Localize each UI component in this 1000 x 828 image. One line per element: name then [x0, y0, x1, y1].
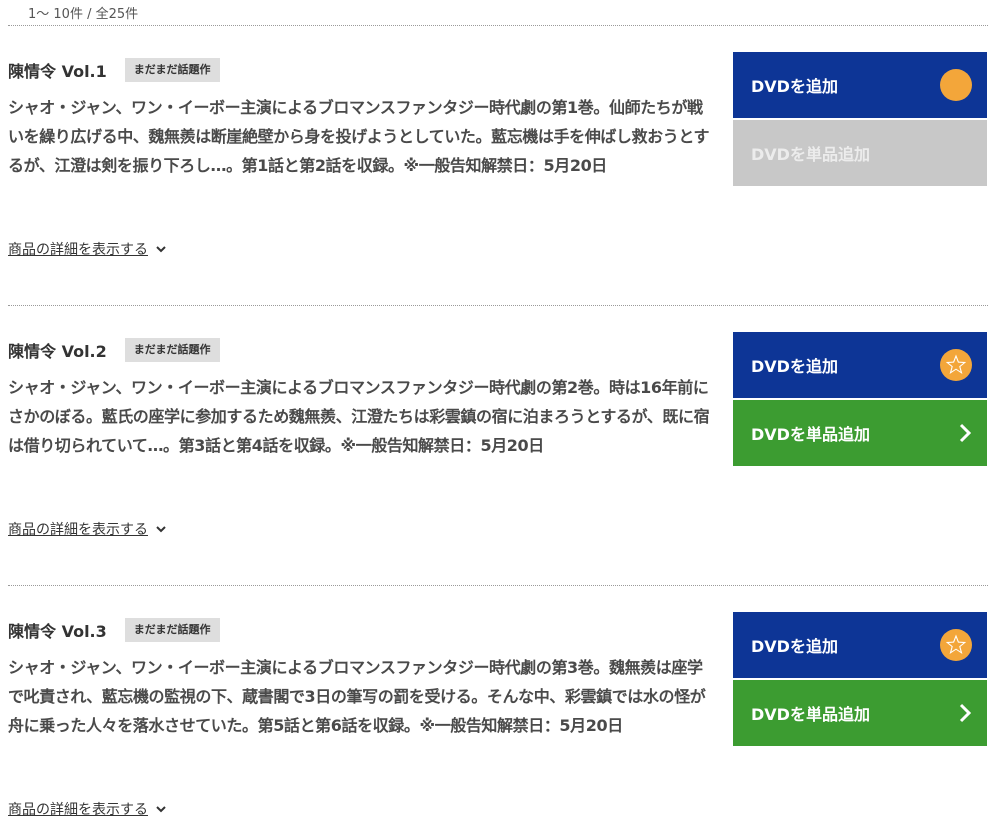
show-details-link[interactable]: 商品の詳細を表示する: [8, 239, 166, 259]
result-count: 1〜 10件 / 全25件: [28, 7, 139, 22]
add-single-dvd-label: DVDを単品追加: [751, 425, 870, 444]
add-single-dvd-button[interactable]: DVDを単品追加: [733, 680, 987, 746]
chevron-down-icon: [156, 526, 166, 533]
item-title-row: 陳情令 Vol.3 まだまだ話題作: [8, 616, 220, 644]
chevron-right-icon: [959, 423, 971, 443]
add-single-dvd-label: DVDを単品追加: [751, 145, 870, 164]
show-details-label[interactable]: 商品の詳細を表示する: [8, 799, 148, 819]
item-description: シャオ・ジャン、ワン・イーボー主演によるブロマンスファンタジー時代劇の第1巻。仙…: [8, 98, 710, 175]
add-single-dvd-label: DVDを単品追加: [751, 705, 870, 724]
list-item: 陳情令 Vol.1 まだまだ話題作 シャオ・ジャン、ワン・イーボー主演によるブロ…: [0, 26, 1000, 306]
result-count-bar: 1〜 10件 / 全25件: [8, 0, 988, 26]
chevron-down-icon: [156, 246, 166, 253]
item-title-row: 陳情令 Vol.1 まだまだ話題作: [8, 56, 220, 84]
add-dvd-label: DVDを追加: [751, 637, 838, 656]
item-title: 陳情令 Vol.1: [8, 62, 107, 81]
add-dvd-label: DVDを追加: [751, 357, 838, 376]
show-details-label[interactable]: 商品の詳細を表示する: [8, 239, 148, 259]
item-title-row: 陳情令 Vol.2 まだまだ話題作: [8, 336, 220, 364]
status-badge: まだまだ話題作: [124, 58, 220, 82]
add-single-dvd-button[interactable]: DVDを単品追加: [733, 120, 987, 186]
orange-circle-icon: [940, 69, 972, 101]
item-description: シャオ・ジャン、ワン・イーボー主演によるブロマンスファンタジー時代劇の第3巻。魏…: [8, 658, 706, 735]
add-single-dvd-button[interactable]: DVDを単品追加: [733, 400, 987, 466]
item-description: シャオ・ジャン、ワン・イーボー主演によるブロマンスファンタジー時代劇の第2巻。時…: [8, 378, 710, 455]
star-icon: [940, 629, 972, 661]
show-details-label[interactable]: 商品の詳細を表示する: [8, 519, 148, 539]
add-dvd-button[interactable]: DVDを追加: [733, 612, 987, 678]
status-badge: まだまだ話題作: [124, 338, 220, 362]
star-icon: [940, 349, 972, 381]
show-details-link[interactable]: 商品の詳細を表示する: [8, 799, 166, 819]
chevron-down-icon: [156, 806, 166, 813]
list-item: 陳情令 Vol.3 まだまだ話題作 シャオ・ジャン、ワン・イーボー主演によるブロ…: [0, 586, 1000, 828]
add-dvd-label: DVDを追加: [751, 77, 838, 96]
item-title: 陳情令 Vol.3: [8, 622, 107, 641]
show-details-link[interactable]: 商品の詳細を表示する: [8, 519, 166, 539]
list-item: 陳情令 Vol.2 まだまだ話題作 シャオ・ジャン、ワン・イーボー主演によるブロ…: [0, 306, 1000, 586]
chevron-right-icon: [959, 703, 971, 723]
add-dvd-button[interactable]: DVDを追加: [733, 332, 987, 398]
add-dvd-button[interactable]: DVDを追加: [733, 52, 987, 118]
item-title: 陳情令 Vol.2: [8, 342, 107, 361]
status-badge: まだまだ話題作: [124, 618, 220, 642]
